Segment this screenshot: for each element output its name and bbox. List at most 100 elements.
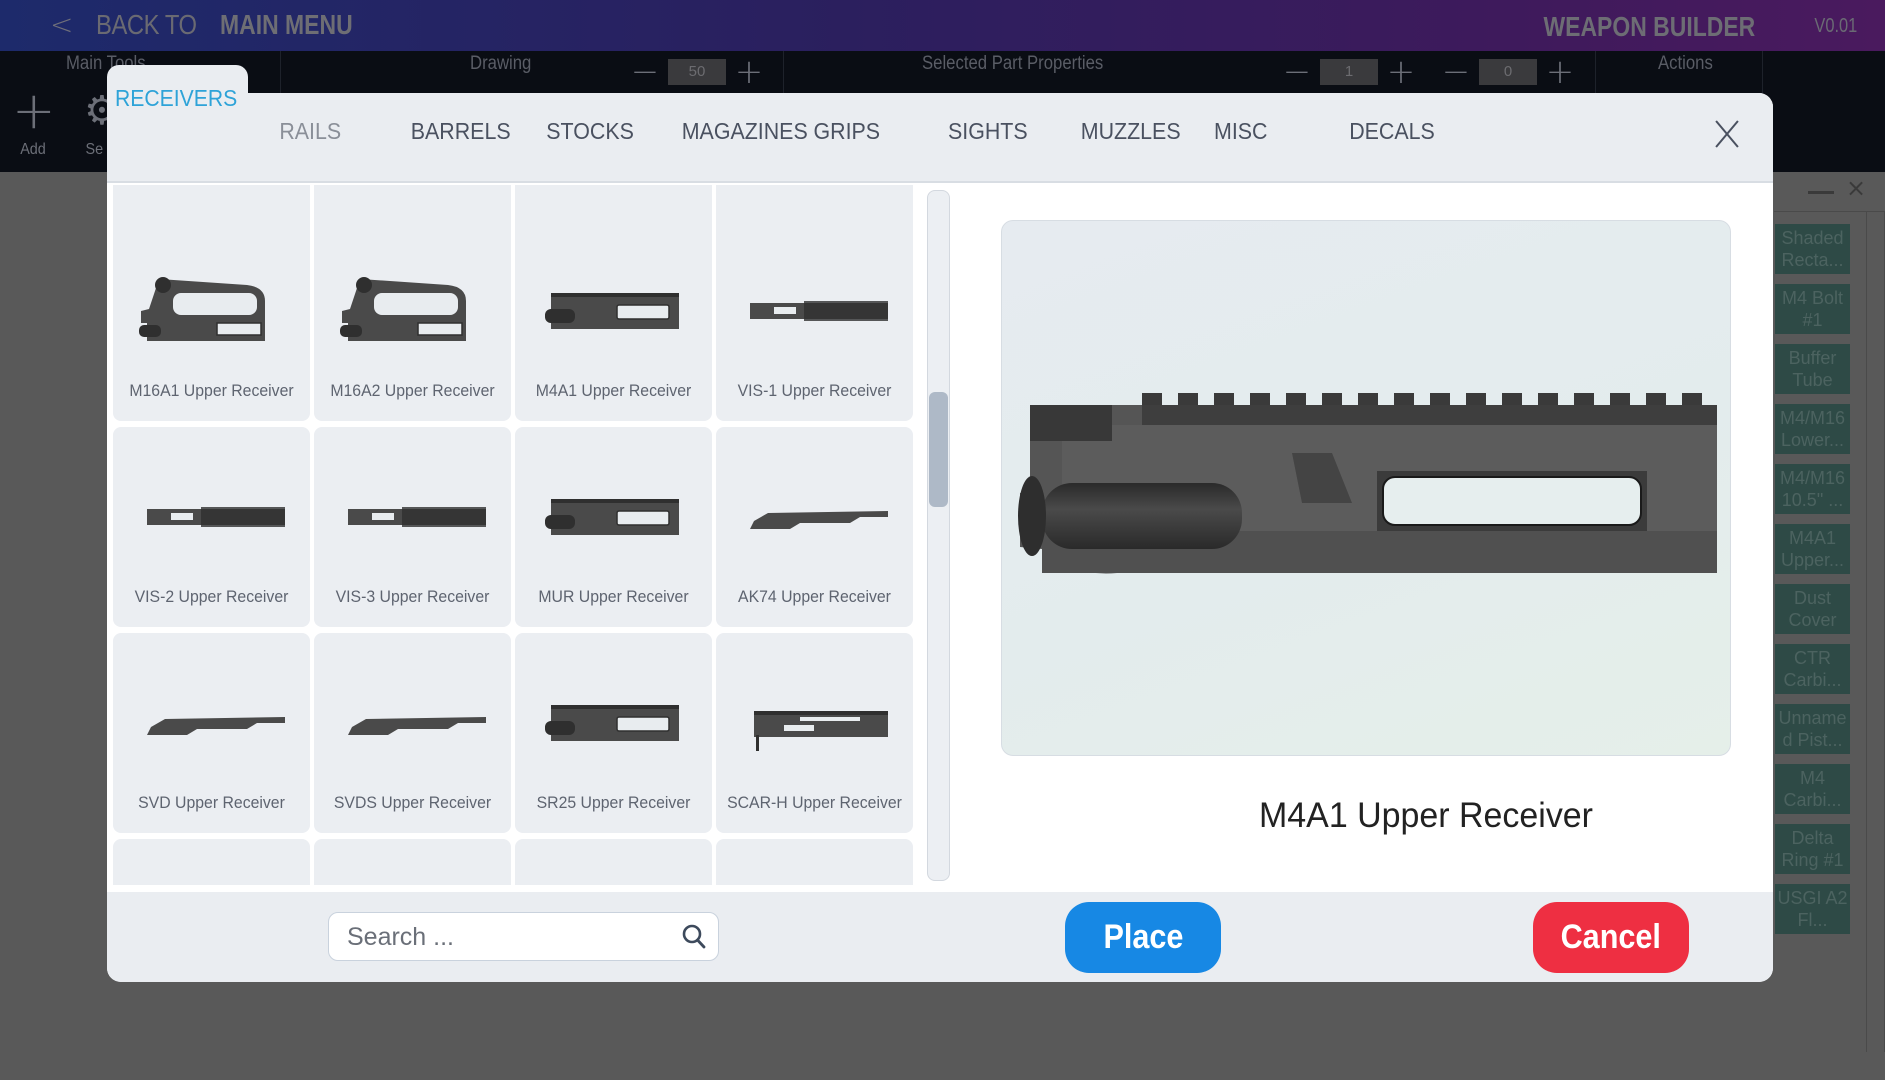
part-thumbnail (113, 271, 310, 351)
layer-item[interactable]: Shaded Recta... (1775, 224, 1850, 274)
tab-sights[interactable]: SIGHTS (948, 118, 1028, 145)
part-thumbnail (716, 477, 913, 557)
part-card[interactable]: AK74 Upper Receiver (716, 427, 913, 627)
tab-grips[interactable]: GRIPS (814, 118, 881, 145)
search-icon[interactable] (682, 924, 706, 950)
part-name: M16A2 Upper Receiver (330, 381, 495, 400)
tab-misc[interactable]: MISC (1214, 118, 1267, 145)
layer-item[interactable]: M4/M16 10.5" ... (1775, 464, 1850, 514)
part-card-partial[interactable] (113, 839, 310, 885)
part-card-partial[interactable] (515, 839, 712, 885)
layers-panel-header: × (1774, 172, 1885, 212)
back-to-label[interactable]: BACK TO (96, 9, 197, 41)
part-card-partial[interactable] (716, 839, 913, 885)
minimize-icon[interactable] (1808, 180, 1834, 194)
part-preview (1001, 220, 1731, 756)
part-name: M4A1 Upper Receiver (535, 381, 692, 400)
place-button[interactable]: Place (1065, 902, 1221, 973)
part-thumbnail (314, 477, 511, 557)
part-name: VIS-2 Upper Receiver (134, 587, 289, 606)
part-value-2[interactable]: 0 (1479, 59, 1537, 85)
tab-receivers[interactable]: RECEIVERS (107, 65, 248, 125)
place-button-label: Place (1103, 918, 1183, 956)
part-card[interactable]: M16A1 Upper Receiver (113, 221, 310, 421)
part-thumbnail (113, 683, 310, 763)
search-field[interactable] (328, 912, 719, 961)
layer-item[interactable]: Buffer Tube (1775, 344, 1850, 394)
layer-item[interactable]: M4 Bolt #1 (1775, 284, 1850, 334)
tab-stocks[interactable]: STOCKS (546, 118, 634, 145)
increment-button[interactable]: + (1545, 55, 1575, 89)
tab-muzzles[interactable]: MUZZLES (1081, 118, 1181, 145)
layers-panel: × Shaded Recta... M4 Bolt #1 Buffer Tube M4… (1774, 172, 1885, 1080)
layer-item[interactable]: Delta Ring #1 (1775, 824, 1850, 874)
part-thumbnail (113, 477, 310, 557)
part-card[interactable]: VIS-2 Upper Receiver (113, 427, 310, 627)
section-selected-part-properties: Selected Part Properties (922, 53, 1104, 74)
close-icon[interactable] (1707, 114, 1747, 154)
tab-barrels[interactable]: BARRELS (411, 118, 511, 145)
close-icon[interactable]: × (1846, 174, 1866, 202)
part-card[interactable]: SVD Upper Receiver (113, 633, 310, 833)
drawing-stepper: − 50 + (630, 55, 764, 89)
selected-part-name: M4A1 Upper Receiver (1259, 796, 1593, 835)
add-tool-button[interactable]: + Add (12, 81, 56, 159)
increment-button[interactable]: + (1386, 55, 1416, 89)
back-chevron-icon[interactable]: < (50, 8, 73, 41)
tab-rails[interactable]: RAILS (279, 118, 341, 145)
app-title: WEAPON BUILDER (1543, 11, 1755, 42)
search-input[interactable] (347, 921, 667, 953)
part-card[interactable]: MUR Upper Receiver (515, 427, 712, 627)
increment-button[interactable]: + (734, 55, 764, 89)
layer-item[interactable]: USGI A2 Fl... (1775, 884, 1850, 934)
decrement-button[interactable]: − (1441, 55, 1471, 89)
section-actions: Actions (1658, 53, 1713, 74)
layer-item[interactable]: M4 Carbi... (1775, 764, 1850, 814)
part-card[interactable]: M4A1 Upper Receiver (515, 221, 712, 421)
layer-item[interactable]: Dust Cover (1775, 584, 1850, 634)
part-card-partial[interactable] (314, 839, 511, 885)
tab-decals[interactable]: DECALS (1349, 118, 1435, 145)
scrollbar-thumb[interactable] (929, 392, 948, 507)
receiver-preview-image (1018, 393, 1717, 574)
part-thumbnail (716, 683, 913, 763)
plus-icon: + (12, 81, 56, 141)
category-tabs: RAILS BARRELS STOCKS MAGAZINES GRIPS SIGHTS MU… (107, 93, 1773, 183)
part-name: SVD Upper Receiver (138, 793, 285, 812)
part-name: SR25 Upper Receiver (536, 793, 691, 812)
part-card[interactable]: SR25 Upper Receiver (515, 633, 712, 833)
main-menu-link[interactable]: MAIN MENU (220, 9, 353, 41)
version-label: V0.01 (1814, 15, 1857, 37)
part-card[interactable]: VIS-1 Upper Receiver (716, 221, 913, 421)
part-thumbnail (314, 683, 511, 763)
cancel-button[interactable]: Cancel (1533, 902, 1689, 973)
part-card[interactable]: SCAR-H Upper Receiver (716, 633, 913, 833)
part-card[interactable]: SVDS Upper Receiver (314, 633, 511, 833)
drawing-value[interactable]: 50 (668, 59, 726, 85)
layers-scrollbar[interactable] (1866, 212, 1867, 1052)
part-name: VIS-1 Upper Receiver (737, 381, 892, 400)
parts-grid: M16A1 Upper Receiver M16A2 Upper Receive… (107, 185, 927, 885)
part-thumbnail (716, 271, 913, 351)
add-tool-label: Add (20, 141, 46, 158)
layer-item[interactable]: Unname d Pist... (1775, 704, 1850, 754)
part-thumbnail (515, 477, 712, 557)
layers-list: Shaded Recta... M4 Bolt #1 Buffer Tube M4/M… (1775, 224, 1850, 944)
layer-item[interactable]: M4A1 Upper... (1775, 524, 1850, 574)
layer-item[interactable]: CTR Carbi... (1775, 644, 1850, 694)
decrement-button[interactable]: − (1282, 55, 1312, 89)
decrement-button[interactable]: − (630, 55, 660, 89)
part-thumbnail (515, 271, 712, 351)
dialog-footer: Place Cancel (107, 892, 1773, 982)
part-card[interactable]: M16A2 Upper Receiver (314, 221, 511, 421)
part-name: AK74 Upper Receiver (738, 587, 891, 606)
part-thumbnail (515, 683, 712, 763)
part-card[interactable]: VIS-3 Upper Receiver (314, 427, 511, 627)
parts-scrollbar[interactable] (927, 190, 950, 881)
layer-item[interactable]: M4/M16 Lower... (1775, 404, 1850, 454)
tab-magazines[interactable]: MAGAZINES (682, 118, 808, 145)
part-value-1[interactable]: 1 (1320, 59, 1378, 85)
title-bar: < BACK TO MAIN MENU WEAPON BUILDER V0.01 (0, 0, 1885, 51)
cancel-button-label: Cancel (1560, 918, 1662, 956)
tab-receivers-label: RECEIVERS (115, 85, 238, 111)
